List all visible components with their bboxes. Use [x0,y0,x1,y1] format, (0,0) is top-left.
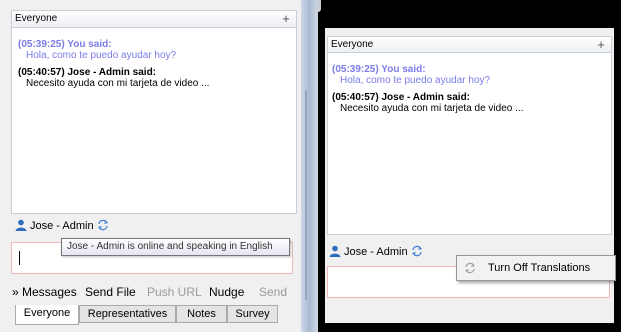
chat-panel-left: Everyone + (05:39:25) You said: Hola, co… [0,0,301,332]
message-header-self: (05:39:25) You said: [18,39,112,50]
tab-survey[interactable]: Survey [227,305,278,323]
translation-icon[interactable] [411,245,423,257]
user-status-bar: Jose - Admin [11,216,297,236]
chat-title: Everyone [15,13,58,24]
user-status-bar: Jose - Admin [329,242,423,262]
tab-representatives[interactable]: Representatives [79,305,176,323]
user-icon [15,219,27,231]
message-text-other: Necesito ayuda con mi tarjeta de video .… [340,103,524,114]
menu-item-label: Turn Off Translations [488,262,591,274]
context-menu: Turn Off Translations [456,255,616,281]
message-text-self: Hola, como te puedo ayudar hoy? [26,50,177,61]
message-header-other: (05:40:57) Jose - Admin said: [18,67,157,78]
expand-icon[interactable]: + [280,11,292,27]
tab-everyone[interactable]: Everyone [15,305,79,325]
send-file-button[interactable]: Send File [85,282,136,302]
user-name: Jose - Admin [30,220,94,232]
window-divider [301,0,318,332]
divider-line [305,90,307,300]
message-header-self: (05:39:25) You said: [332,64,426,75]
user-name: Jose - Admin [344,246,408,258]
chat-header: Everyone + [327,36,612,53]
translation-icon[interactable] [97,219,109,231]
divider-tab [315,0,321,12]
chat-header: Everyone + [11,10,297,28]
message-header-other: (05:40:57) Jose - Admin said: [332,92,471,103]
send-button[interactable]: Send [259,282,287,302]
tab-notes[interactable]: Notes [176,305,227,323]
push-url-button[interactable]: Push URL [147,282,202,302]
status-tooltip: Jose - Admin is online and speaking in E… [61,238,290,256]
message-text-other: Necesito ayuda con mi tarjeta de video .… [26,78,210,89]
chat-toolbar: » Messages Send File Push URL Nudge Send [11,282,297,302]
nudge-button[interactable]: Nudge [209,282,244,302]
chat-transcript[interactable]: (05:39:25) You said: Hola, como te puedo… [11,28,297,214]
messages-button[interactable]: » Messages [12,282,77,302]
chat-title: Everyone [331,39,374,50]
message-text-self: Hola, como te puedo ayudar hoy? [340,75,491,86]
chat-transcript[interactable]: (05:39:25) You said: Hola, como te puedo… [327,53,612,235]
translation-icon [464,262,476,274]
tab-bar: Everyone Representatives Notes Survey [11,305,297,325]
user-icon [329,245,341,257]
expand-icon[interactable]: + [595,37,607,53]
menu-item-turn-off-translations[interactable]: Turn Off Translations [459,258,613,278]
text-caret [19,251,20,265]
